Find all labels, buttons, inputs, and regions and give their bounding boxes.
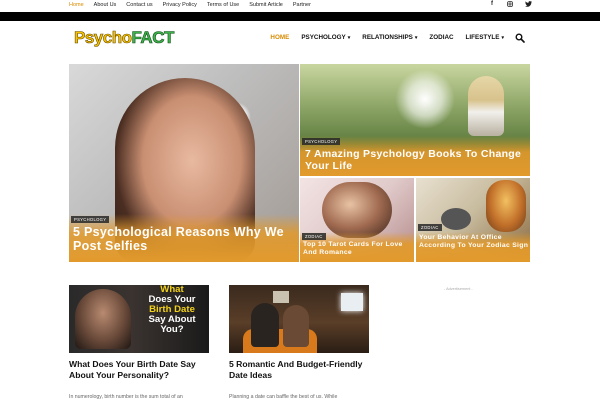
site-logo[interactable]: Psycho FACT xyxy=(72,28,184,48)
twitter-icon[interactable] xyxy=(524,1,532,9)
nav-zodiac[interactable]: ZODIAC xyxy=(429,34,453,41)
featured-title[interactable]: Top 10 Tarot Cards For Love And Romance xyxy=(303,241,413,257)
thumbnail-caption: What Does Your Birth Date Say About You? xyxy=(148,285,196,336)
article-headline[interactable]: What Does Your Birth Date Say About Your… xyxy=(69,359,219,381)
logo-text-psycho: Psycho xyxy=(74,28,133,48)
featured-title[interactable]: 7 Amazing Psychology Books To Change You… xyxy=(305,148,525,172)
nav-home[interactable]: HOME xyxy=(270,34,289,41)
chevron-down-icon: ▾ xyxy=(414,35,418,41)
featured-title[interactable]: 5 Psychological Reasons Why We Post Self… xyxy=(73,225,293,254)
featured-post-selfies[interactable]: PSYCHOLOGY 5 Psychological Reasons Why W… xyxy=(69,64,299,262)
article-thumbnail[interactable]: What Does Your Birth Date Say About You? xyxy=(69,285,209,353)
top-menu-submit-article[interactable]: Submit Article xyxy=(249,2,283,8)
top-bar: Home About Us Contact us Privacy Policy … xyxy=(0,0,600,12)
article-excerpt: In numerology, birth number is the sum t… xyxy=(69,394,183,400)
top-menu-about-us[interactable]: About Us xyxy=(94,2,117,8)
top-menu-terms-of-use[interactable]: Terms of Use xyxy=(207,2,239,8)
top-menu-contact-us[interactable]: Contact us xyxy=(126,2,152,8)
nav-lifestyle[interactable]: LIFESTYLE ▾ xyxy=(466,34,504,41)
nav-psychology[interactable]: PSYCHOLOGY ▾ xyxy=(301,34,350,41)
article-thumbnail[interactable] xyxy=(229,285,369,353)
search-icon[interactable] xyxy=(515,33,525,43)
featured-image-figure xyxy=(486,180,526,232)
featured-post-tarot[interactable]: ZODIAC Top 10 Tarot Cards For Love And R… xyxy=(300,178,414,262)
top-menu-partner[interactable]: Partner xyxy=(293,2,311,8)
main-nav: HOME PSYCHOLOGY ▾ RELATIONSHIPS ▾ ZODIAC L… xyxy=(258,34,524,41)
top-menu: Home About Us Contact us Privacy Policy … xyxy=(69,2,321,8)
chevron-down-icon: ▾ xyxy=(347,35,351,41)
chevron-down-icon: ▾ xyxy=(501,35,504,41)
top-menu-privacy-policy[interactable]: Privacy Policy xyxy=(163,2,197,8)
instagram-icon[interactable] xyxy=(506,1,514,9)
featured-post-books[interactable]: PSYCHOLOGY 7 Amazing Psychology Books To… xyxy=(300,64,530,176)
article-excerpt: Planning a date can baffle the best of u… xyxy=(229,394,338,400)
featured-image-couple xyxy=(322,182,392,238)
nav-relationships[interactable]: RELATIONSHIPS ▾ xyxy=(362,34,417,41)
logo-text-fact: FACT xyxy=(131,28,175,48)
category-badge[interactable]: ZODIAC xyxy=(418,224,442,231)
facebook-icon[interactable]: f xyxy=(488,1,496,9)
category-badge[interactable]: PSYCHOLOGY xyxy=(71,216,110,223)
top-menu-home[interactable]: Home xyxy=(69,2,84,8)
featured-post-office-zodiac[interactable]: ZODIAC Your Behavior At Office According… xyxy=(416,178,530,262)
category-badge[interactable]: ZODIAC xyxy=(302,233,326,240)
featured-title[interactable]: Your Behavior At Office According To You… xyxy=(419,234,529,250)
header-black-strip xyxy=(0,12,600,21)
category-badge[interactable]: PSYCHOLOGY xyxy=(302,138,341,145)
social-links: f xyxy=(488,1,532,9)
featured-image-reading xyxy=(468,76,504,136)
article-headline[interactable]: 5 Romantic And Budget-Friendly Date Idea… xyxy=(229,359,379,381)
advertisement-label: - Advertisement - xyxy=(444,287,473,291)
